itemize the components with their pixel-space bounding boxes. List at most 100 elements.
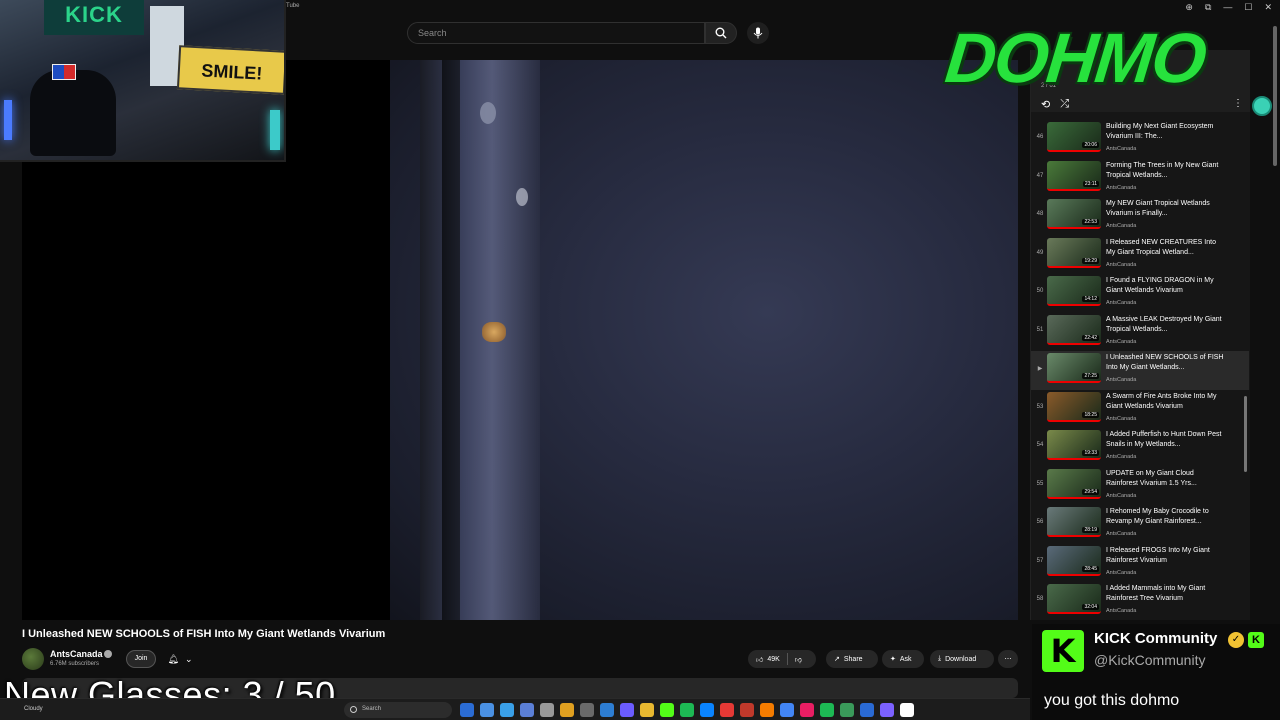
playlist-item-title[interactable]: I Added Pufferfish to Hunt Down Pest Sna… <box>1106 430 1224 452</box>
taskbar-app-icon[interactable] <box>540 703 554 717</box>
playlist-item[interactable]: 51 22:42 A Massive LEAK Destroyed My Giant… <box>1031 313 1249 352</box>
taskbar-app-icon[interactable] <box>800 703 814 717</box>
channel-avatar[interactable] <box>22 648 44 670</box>
playlist-item[interactable]: 46 20:06 Building My Next Giant Ecosystem … <box>1031 120 1249 159</box>
taskbar-app-icon[interactable] <box>900 703 914 717</box>
playlist-item-thumbnail[interactable]: 19:33 <box>1047 430 1101 460</box>
playlist-item-text: UPDATE on My Giant Cloud Rainforest Viva… <box>1106 469 1224 499</box>
taskbar-app-icon[interactable] <box>780 703 794 717</box>
taskbar-app-icon[interactable] <box>680 703 694 717</box>
playlist-item-thumbnail[interactable]: 19:29 <box>1047 237 1101 268</box>
playlist-item-title[interactable]: I Rehomed My Baby Crocodile to Revamp My… <box>1106 507 1224 529</box>
voice-search-button[interactable] <box>747 22 769 44</box>
taskbar-app-icon[interactable] <box>560 703 574 717</box>
window-title: Tube <box>286 3 300 9</box>
taskbar-app-icon[interactable] <box>760 703 774 717</box>
taskbar-app-icon[interactable] <box>620 703 634 717</box>
playlist-item-title[interactable]: Forming The Trees in My New Giant Tropic… <box>1106 161 1224 183</box>
video-glass-wall <box>420 60 540 620</box>
playlist-item-title[interactable]: My NEW Giant Tropical Wetlands Vivarium … <box>1106 199 1224 221</box>
taskbar-app-icon[interactable] <box>600 703 614 717</box>
playlist-item-duration: 32:04 <box>1082 604 1099 610</box>
taskbar-app-icon[interactable] <box>660 703 674 717</box>
taskbar-app-icon[interactable] <box>740 703 754 717</box>
taskbar-app-icon[interactable] <box>480 703 494 717</box>
playlist-item-title[interactable]: A Swarm of Fire Ants Broke Into My Giant… <box>1106 392 1224 414</box>
search-icon <box>715 27 727 39</box>
playlist-item-thumbnail[interactable]: 29:54 <box>1047 468 1101 499</box>
taskbar-app-icon[interactable] <box>880 703 894 717</box>
playlist-item[interactable]: 53 18:25 A Swarm of Fire Ants Broke Into M… <box>1031 390 1249 429</box>
playlist-item-thumbnail[interactable]: 22:53 <box>1047 199 1101 229</box>
playlist-item-title[interactable]: I Found a FLYING DRAGON in My Giant Wetl… <box>1106 276 1224 298</box>
taskbar-app-icon[interactable] <box>840 703 854 717</box>
playlist-item-number: 55 <box>1036 480 1044 487</box>
taskbar-app-icon[interactable] <box>720 703 734 717</box>
more-actions-button[interactable]: ⋯ <box>998 650 1018 668</box>
playlist-item[interactable]: 50 14:12 I Found a FLYING DRAGON in My Gia… <box>1031 274 1249 313</box>
like-button[interactable]: 👍︎ 49K 👎︎ <box>748 650 816 668</box>
playlist-item-text: My NEW Giant Tropical Wetlands Vivarium … <box>1106 199 1224 229</box>
search-icon <box>350 706 357 713</box>
playlist-item-title[interactable]: I Unleashed NEW SCHOOLS of FISH Into My … <box>1106 353 1224 375</box>
playlist-item-text: I Added Mammals into My Giant Rainforest… <box>1106 584 1224 614</box>
playlist-item-text: I Rehomed My Baby Crocodile to Revamp My… <box>1106 507 1224 537</box>
download-button[interactable]: ⤓ Download <box>930 650 994 668</box>
playlist-item-thumbnail[interactable]: 28:45 <box>1047 545 1101 576</box>
join-button[interactable]: Join <box>126 650 156 668</box>
taskbar-app-icon[interactable] <box>820 703 834 717</box>
playlist-item-thumbnail[interactable]: 32:04 <box>1047 584 1101 614</box>
taskbar-app-icon[interactable] <box>460 703 474 717</box>
taskbar-app-icon[interactable] <box>860 703 874 717</box>
taskbar-app-icon[interactable] <box>700 703 714 717</box>
taskbar-app-icon[interactable] <box>640 703 654 717</box>
playlist-item[interactable]: 58 32:04 I Added Mammals into My Giant Rai… <box>1031 582 1249 620</box>
thumbs-down-icon[interactable]: 👎︎ <box>795 655 802 664</box>
playlist-item-title[interactable]: I Added Mammals into My Giant Rainforest… <box>1106 584 1224 606</box>
playlist-item-thumbnail[interactable]: 27:25 <box>1047 353 1101 383</box>
playlist-item-number: 54 <box>1036 442 1044 448</box>
channel-name[interactable]: AntsCanada <box>50 649 103 659</box>
playlist-item-title[interactable]: I Released FROGS Into My Giant Rainfores… <box>1106 546 1224 568</box>
taskbar-app-icon[interactable] <box>500 703 514 717</box>
playlist-item-channel: AntsCanada <box>1106 300 1137 306</box>
playlist-item-title[interactable]: A Massive LEAK Destroyed My Giant Tropic… <box>1106 315 1224 337</box>
playlist-item-thumbnail[interactable]: 14:12 <box>1047 276 1101 306</box>
playlist-item-title[interactable]: Building My Next Giant Ecosystem Vivariu… <box>1106 122 1224 144</box>
water-droplet <box>516 188 528 206</box>
playlist-item[interactable]: ▶ 27:25 I Unleashed NEW SCHOOLS of FISH In… <box>1031 351 1249 390</box>
playlist-item[interactable]: 55 29:54 UPDATE on My Giant Cloud Rainfore… <box>1031 467 1249 506</box>
playlist-item-title[interactable]: I Released NEW CREATURES Into My Giant T… <box>1106 238 1224 260</box>
close-button[interactable]: ✕ <box>1264 2 1272 13</box>
playlist-item[interactable]: 47 23:11 Forming The Trees in My New Giant… <box>1031 159 1249 198</box>
taskbar-app-icon[interactable] <box>520 703 534 717</box>
taskbar-app-icon[interactable] <box>580 703 594 717</box>
weather-widget[interactable]: Cloudy <box>24 706 43 712</box>
playlist-item-thumbnail[interactable]: 28:19 <box>1047 507 1101 537</box>
playlist-item-title[interactable]: UPDATE on My Giant Cloud Rainforest Viva… <box>1106 469 1224 491</box>
playlist-item-duration: 28:45 <box>1082 565 1099 572</box>
search-input[interactable]: Search <box>407 22 705 44</box>
profile-avatar[interactable] <box>1252 96 1272 116</box>
playlist-item[interactable]: 49 19:29 I Released NEW CREATURES Into My … <box>1031 236 1249 275</box>
search-button[interactable] <box>705 22 737 44</box>
playlist-item-duration: 19:33 <box>1082 450 1099 456</box>
webcam-neon-light <box>270 110 280 150</box>
ask-button[interactable]: ✦ Ask <box>882 650 924 668</box>
page-scrollbar[interactable] <box>1273 26 1277 166</box>
playlist-item[interactable]: 56 28:19 I Rehomed My Baby Crocodile to Re… <box>1031 505 1249 544</box>
share-button[interactable]: ↗ Share <box>826 650 878 668</box>
playlist-item-thumbnail[interactable]: 18:25 <box>1047 391 1101 422</box>
playlist-item[interactable]: 54 19:33 I Added Pufferfish to Hunt Down P… <box>1031 428 1249 467</box>
playlist-item-thumbnail[interactable]: 22:42 <box>1047 314 1101 345</box>
playlist-scrollbar[interactable] <box>1244 396 1247 472</box>
notification-bell-button[interactable]: 🔔︎ ⌄ <box>162 650 198 668</box>
playlist-item[interactable]: 48 22:53 My NEW Giant Tropical Wetlands Vi… <box>1031 197 1249 236</box>
taskbar-search[interactable]: Search <box>344 702 452 718</box>
playlist-item-thumbnail[interactable]: 20:06 <box>1047 122 1101 152</box>
playlist-item[interactable]: 57 28:45 I Released FROGS Into My Giant Ra… <box>1031 544 1249 583</box>
microphone-icon <box>753 27 763 39</box>
playlist-item-thumbnail[interactable]: 23:11 <box>1047 160 1101 191</box>
playlist-item-channel: AntsCanada <box>1106 146 1137 152</box>
water-droplet <box>480 102 496 124</box>
